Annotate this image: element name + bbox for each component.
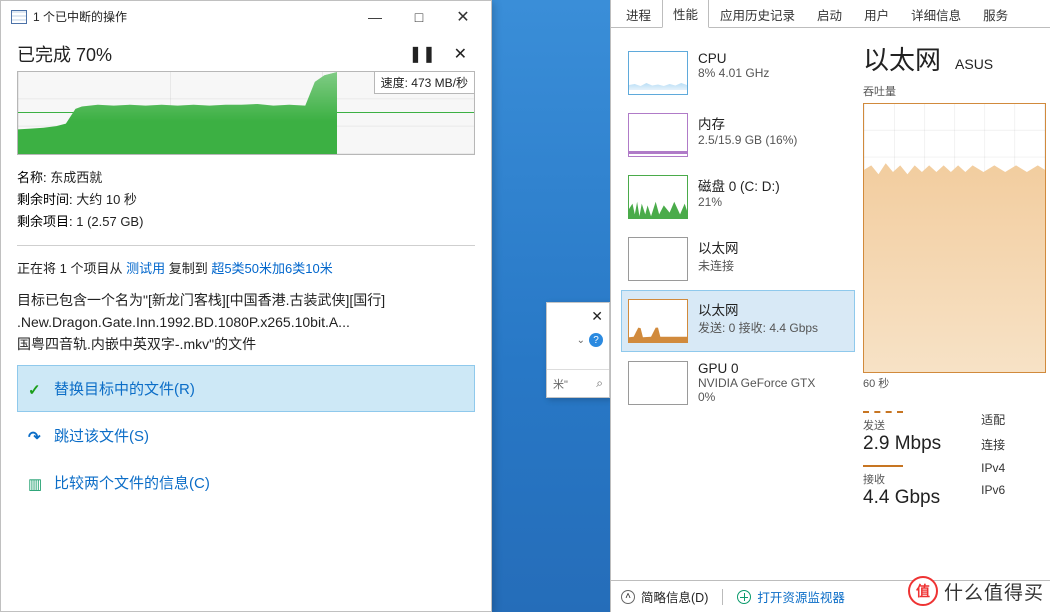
time-value: 大约 10 秒 bbox=[76, 192, 137, 207]
tab-users[interactable]: 用户 bbox=[853, 0, 900, 28]
tab-app-history[interactable]: 应用历史记录 bbox=[709, 0, 806, 28]
memory-thumb-icon bbox=[628, 113, 688, 157]
option-skip[interactable]: 跳过该文件(S) bbox=[17, 412, 475, 459]
sidebar-item-cpu[interactable]: CPU8% 4.01 GHz bbox=[621, 42, 855, 104]
resource-monitor-icon bbox=[737, 590, 751, 604]
tab-bar: 进程 性能 应用历史记录 启动 用户 详细信息 服务 bbox=[611, 0, 1050, 28]
detail-heading: 以太网 bbox=[863, 40, 941, 77]
watermark-text: 什么值得买 bbox=[944, 578, 1044, 605]
side-label-connect: 连接 bbox=[981, 436, 1005, 453]
sidebar-item-memory[interactable]: 内存2.5/15.9 GB (16%) bbox=[621, 104, 855, 166]
skip-icon bbox=[28, 428, 44, 444]
maximize-button[interactable]: □ bbox=[397, 2, 441, 32]
watermark-logo-icon: 值 bbox=[908, 576, 938, 606]
mem-sub: 2.5/15.9 GB (16%) bbox=[698, 133, 797, 147]
name-label: 名称: bbox=[17, 170, 50, 185]
mem-name: 内存 bbox=[698, 113, 797, 133]
eth0-name: 以太网 bbox=[698, 237, 739, 257]
source-link[interactable]: 测试用 bbox=[126, 261, 165, 276]
mini-popup: ✕ ⌄ ? 米" ⌕ bbox=[546, 302, 610, 398]
network-throughput-chart bbox=[863, 103, 1046, 373]
task-manager-window: 进程 性能 应用历史记录 启动 用户 详细信息 服务 CPU8% 4.01 GH… bbox=[610, 0, 1050, 612]
tab-performance[interactable]: 性能 bbox=[662, 0, 709, 28]
cpu-thumb-icon bbox=[628, 51, 688, 95]
sidebar-item-gpu[interactable]: GPU 0 NVIDIA GeForce GTX 0% bbox=[621, 352, 855, 414]
perf-detail: 以太网 ASUS 吞吐量 60 秒 发送 2.9 Mbps 接收 4. bbox=[859, 28, 1050, 580]
gpu-thumb-icon bbox=[628, 361, 688, 405]
compare-icon bbox=[28, 475, 44, 491]
eth1-sub: 发送: 0 接收: 4.4 Gbps bbox=[698, 319, 818, 336]
send-metric: 发送 2.9 Mbps 接收 4.4 Gbps bbox=[863, 411, 941, 509]
name-value: 东成西就 bbox=[50, 170, 102, 185]
speed-label: 速度: 473 MB/秒 bbox=[374, 72, 474, 94]
side-label-ipv4: IPv4 bbox=[981, 461, 1005, 475]
side-label-adapter: 适配 bbox=[981, 411, 1005, 428]
help-icon[interactable]: ? bbox=[589, 333, 603, 347]
sidebar-item-ethernet-0[interactable]: 以太网未连接 bbox=[621, 228, 855, 290]
tab-details[interactable]: 详细信息 bbox=[900, 0, 972, 28]
titlebar: 1 个已中断的操作 — □ ✕ bbox=[1, 1, 491, 33]
throughput-label: 吞吐量 bbox=[863, 83, 1046, 99]
cpu-sub: 8% 4.01 GHz bbox=[698, 66, 769, 80]
option-label: 替换目标中的文件(R) bbox=[54, 378, 195, 399]
close-icon[interactable]: ✕ bbox=[591, 308, 603, 325]
watermark: 值 什么值得买 bbox=[908, 576, 1044, 606]
cancel-button[interactable]: ✕ bbox=[454, 44, 467, 64]
progress-title: 已完成 70% bbox=[17, 41, 112, 67]
disk-name: 磁盘 0 (C: D:) bbox=[698, 175, 780, 195]
open-resource-monitor-link[interactable]: 打开资源监视器 bbox=[737, 587, 845, 606]
transfer-speed-chart: 速度: 473 MB/秒 bbox=[17, 71, 475, 155]
fewer-details-label: 简略信息(D) bbox=[641, 587, 708, 606]
send-label: 发送 bbox=[863, 417, 941, 433]
tab-startup[interactable]: 启动 bbox=[806, 0, 853, 28]
destination-link[interactable]: 超5类50米加6类10米 bbox=[211, 261, 332, 276]
option-label: 跳过该文件(S) bbox=[54, 425, 149, 446]
moving-from-to: 正在将 1 个项目从 测试用 复制到 超5类50米加6类10米 bbox=[17, 258, 475, 277]
adapter-model: ASUS bbox=[955, 56, 993, 72]
explorer-icon bbox=[11, 10, 27, 24]
check-icon bbox=[28, 381, 44, 397]
cpu-name: CPU bbox=[698, 51, 769, 66]
search-text-fragment: 米" bbox=[553, 376, 568, 392]
conflict-message: 目标已包含一个名为"[新龙门客栈][中国香港.古装武侠][国行] .New.Dr… bbox=[17, 289, 475, 355]
close-button[interactable]: ✕ bbox=[441, 2, 485, 32]
disk-thumb-icon bbox=[628, 175, 688, 219]
perf-sidebar: CPU8% 4.01 GHz 内存2.5/15.9 GB (16%) 磁盘 0 … bbox=[611, 28, 859, 580]
recv-value: 4.4 Gbps bbox=[863, 487, 941, 509]
file-copy-window: 1 个已中断的操作 — □ ✕ 已完成 70% ❚❚ ✕ 速度: 473 MB/… bbox=[0, 0, 492, 612]
option-compare[interactable]: 比较两个文件的信息(C) bbox=[17, 459, 475, 506]
side-label-ipv6: IPv6 bbox=[981, 483, 1005, 497]
pause-button[interactable]: ❚❚ bbox=[409, 44, 436, 64]
items-label: 剩余项目: bbox=[17, 214, 76, 229]
recv-label: 接收 bbox=[863, 471, 941, 487]
send-value: 2.9 Mbps bbox=[863, 433, 941, 455]
tab-processes[interactable]: 进程 bbox=[615, 0, 662, 28]
search-icon[interactable]: ⌕ bbox=[596, 376, 603, 391]
window-title: 1 个已中断的操作 bbox=[33, 8, 353, 25]
gpu-sub2: 0% bbox=[698, 390, 815, 404]
tab-services[interactable]: 服务 bbox=[972, 0, 1019, 28]
option-label: 比较两个文件的信息(C) bbox=[54, 472, 210, 493]
time-label: 剩余时间: bbox=[17, 192, 76, 207]
eth1-name: 以太网 bbox=[698, 299, 818, 319]
ethernet-thumb-icon bbox=[628, 237, 688, 281]
gpu-sub: NVIDIA GeForce GTX bbox=[698, 376, 815, 390]
sidebar-item-disk[interactable]: 磁盘 0 (C: D:)21% bbox=[621, 166, 855, 228]
fewer-details-toggle[interactable]: ˄ 简略信息(D) bbox=[621, 587, 708, 606]
x-axis-tick: 60 秒 bbox=[863, 375, 1046, 391]
disk-sub: 21% bbox=[698, 195, 780, 209]
items-value: 1 (2.57 GB) bbox=[76, 214, 143, 229]
chevron-up-icon: ˄ bbox=[621, 590, 635, 604]
eth0-sub: 未连接 bbox=[698, 257, 739, 274]
ethernet-thumb-icon bbox=[628, 299, 688, 343]
option-replace[interactable]: 替换目标中的文件(R) bbox=[17, 365, 475, 412]
gpu-name: GPU 0 bbox=[698, 361, 815, 376]
minimize-button[interactable]: — bbox=[353, 2, 397, 32]
sidebar-item-ethernet-1[interactable]: 以太网发送: 0 接收: 4.4 Gbps bbox=[621, 290, 855, 352]
open-resource-monitor-label: 打开资源监视器 bbox=[757, 587, 845, 606]
chevron-down-icon[interactable]: ⌄ bbox=[577, 335, 585, 346]
